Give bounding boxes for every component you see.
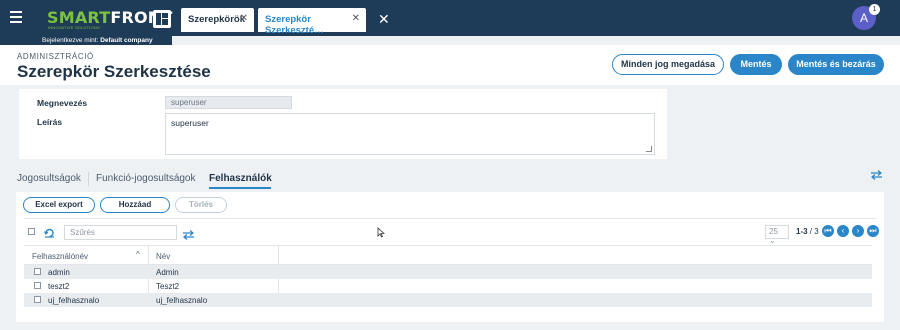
breadcrumb: ADMINISZTRÁCIÓ [17, 52, 94, 61]
top-bar: SMARTFRONT INNOVATIVE SOLUTIONS Szerepkö… [0, 0, 900, 36]
name-field[interactable]: superuser [165, 96, 292, 109]
save-button[interactable]: Mentés [730, 54, 782, 75]
table-row[interactable]: uj_felhasznalo uj_felhasznalo [24, 293, 872, 307]
divider [88, 172, 89, 186]
next-page-icon[interactable]: › [852, 225, 864, 237]
name-label: Megnevezés [37, 98, 88, 108]
role-form: Megnevezés superuser Leírás superuser [19, 89, 667, 159]
column-username[interactable]: Felhasználónév [32, 252, 88, 261]
tab-roles[interactable]: Szerepkörök ✕ [181, 8, 254, 32]
subtab-bar: Jogosultságok Funkció-jogosultságok Felh… [0, 160, 900, 190]
select-all-checkbox[interactable] [28, 228, 35, 235]
swap-columns-icon[interactable] [182, 227, 195, 245]
swap-icon[interactable] [870, 167, 883, 185]
close-all-tabs-icon[interactable]: ✕ [378, 11, 390, 28]
notification-badge: 1 [869, 4, 880, 15]
save-and-close-button[interactable]: Mentés és bezárás [788, 54, 884, 75]
page-size-select[interactable]: 25 ⌄ [765, 225, 789, 245]
delete-button[interactable]: Törlés [175, 197, 227, 213]
excel-export-button[interactable]: Excel export [23, 197, 95, 213]
resize-handle-icon[interactable] [646, 146, 652, 152]
close-tab-icon[interactable]: ✕ [352, 13, 360, 24]
menu-icon[interactable] [10, 11, 22, 23]
mouse-cursor-icon [377, 225, 386, 243]
table-header: Felhasználónév ^ Név [24, 245, 872, 265]
row-checkbox[interactable] [34, 268, 41, 275]
logged-in-company: Bejelentkezve mint: Default company [0, 36, 172, 45]
users-panel: Excel export Hozzáad Törlés Szűrés 25 ⌄ … [16, 192, 884, 322]
page-header: ADMINISZTRÁCIÓ Szerepkör Szerkesztése Mi… [0, 45, 900, 85]
pager-info: 1-3 / 3 [796, 227, 819, 236]
refresh-icon[interactable] [43, 225, 55, 243]
chevron-down-icon: ⌄ [769, 236, 776, 245]
first-page-icon[interactable]: ⏮ [822, 225, 834, 237]
description-field[interactable]: superuser [165, 113, 655, 155]
active-tab-indicator [209, 187, 271, 189]
table-row[interactable]: teszt2 Teszt2 [24, 279, 872, 293]
last-page-icon[interactable]: ⏭ [867, 225, 879, 237]
prev-page-icon[interactable]: ‹ [837, 225, 849, 237]
tab-users[interactable]: Felhasználók [209, 173, 272, 184]
tab-permissions[interactable]: Jogosultságok [17, 173, 81, 184]
filter-input[interactable]: Szűrés [64, 225, 177, 240]
tab-function-permissions[interactable]: Funkció-jogosultságok [96, 173, 196, 184]
page-title: Szerepkör Szerkesztése [17, 62, 211, 81]
dashboard-icon[interactable] [153, 10, 171, 28]
close-tab-icon[interactable]: ✕ [240, 13, 248, 24]
logo-tagline: INNOVATIVE SOLUTIONS [48, 25, 100, 30]
column-name[interactable]: Név [156, 252, 170, 261]
add-button[interactable]: Hozzáad [100, 197, 170, 213]
row-checkbox[interactable] [34, 282, 41, 289]
tab-role-editor[interactable]: Szerepkör Szerkeszté… ✕ [258, 8, 366, 36]
table-row[interactable]: admin Admin [24, 265, 872, 279]
row-checkbox[interactable] [34, 296, 41, 303]
grid-toolbar: Szűrés 25 ⌄ 1-3 / 3 ⏮ ‹ › ⏭ [24, 218, 879, 245]
sort-icon[interactable]: ^ [136, 250, 140, 259]
grant-all-button[interactable]: Minden jog megadása [612, 54, 724, 75]
description-label: Leírás [37, 117, 63, 127]
